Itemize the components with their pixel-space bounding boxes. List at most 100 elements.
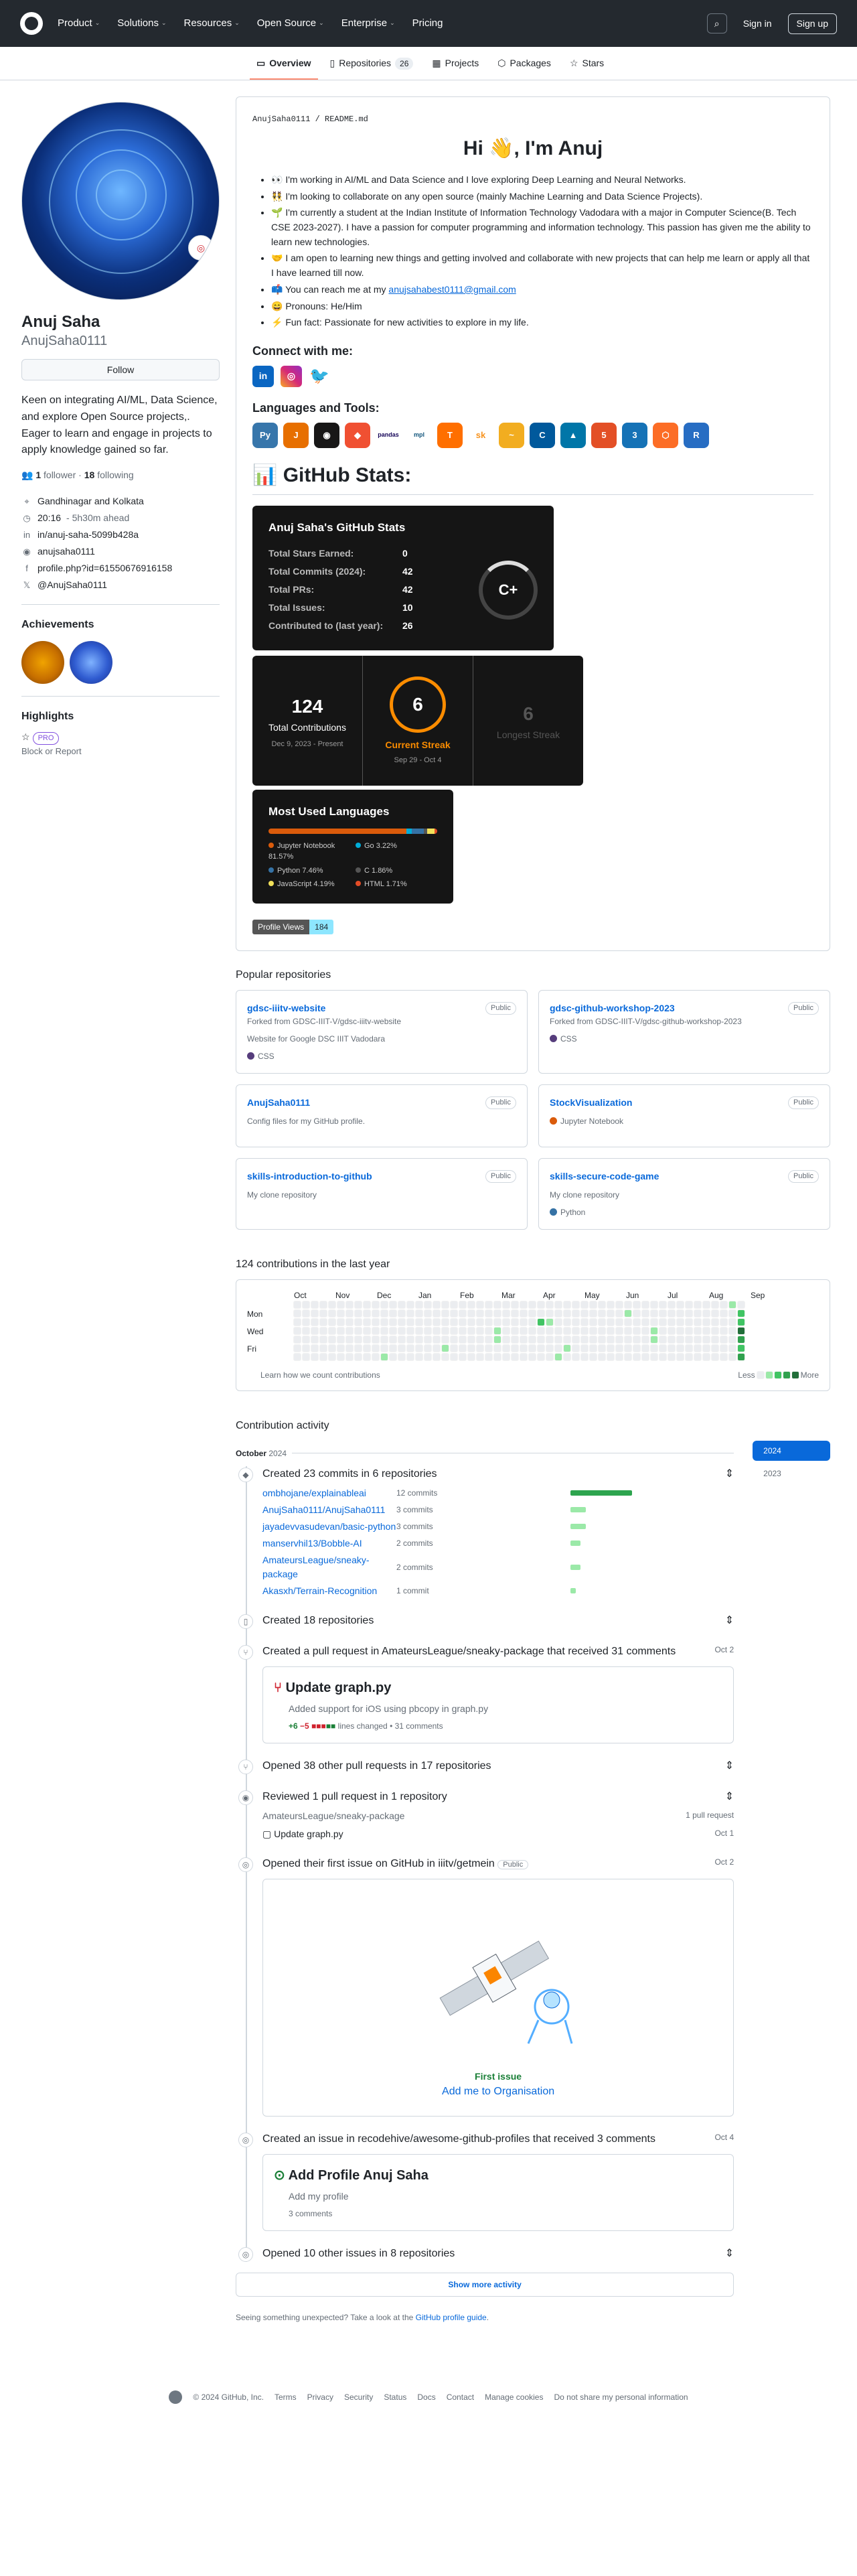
contribution-cell[interactable]	[493, 1326, 501, 1335]
contribution-cell[interactable]	[337, 1352, 345, 1361]
contribution-cell[interactable]	[389, 1335, 397, 1344]
contribution-cell[interactable]	[694, 1309, 702, 1317]
tab-projects[interactable]: ▦ Projects	[425, 56, 485, 80]
contribution-cell[interactable]	[633, 1335, 641, 1344]
contribution-cell[interactable]	[493, 1300, 501, 1309]
contribution-cell[interactable]	[668, 1326, 676, 1335]
contribution-cell[interactable]	[572, 1300, 580, 1309]
contribution-cell[interactable]	[694, 1300, 702, 1309]
contribution-cell[interactable]	[668, 1344, 676, 1352]
contribution-cell[interactable]	[319, 1309, 327, 1317]
contribution-cell[interactable]	[702, 1335, 710, 1344]
contribution-cell[interactable]	[389, 1326, 397, 1335]
linkedin-link[interactable]: in in/anuj-saha-5099b428a	[21, 528, 220, 542]
contribution-cell[interactable]	[476, 1335, 484, 1344]
contribution-cell[interactable]	[345, 1300, 354, 1309]
contribution-cell[interactable]	[589, 1317, 597, 1326]
sign-in-link[interactable]: Sign in	[736, 17, 779, 31]
contribution-cell[interactable]	[380, 1335, 388, 1344]
contribution-cell[interactable]	[659, 1344, 667, 1352]
x-link[interactable]: 𝕏 @AnujSaha0111	[21, 578, 220, 592]
contribution-cell[interactable]	[415, 1352, 423, 1361]
contribution-cell[interactable]	[633, 1300, 641, 1309]
contribution-cell[interactable]	[319, 1300, 327, 1309]
contribution-cell[interactable]	[537, 1335, 545, 1344]
contribution-cell[interactable]	[641, 1326, 649, 1335]
contribution-cell[interactable]	[528, 1300, 536, 1309]
contribution-cell[interactable]	[580, 1326, 589, 1335]
repo-name-link[interactable]: gdsc-iiitv-website	[247, 1001, 325, 1015]
contribution-cell[interactable]	[624, 1344, 632, 1352]
contribution-cell[interactable]	[520, 1317, 528, 1326]
contribution-cell[interactable]	[406, 1326, 414, 1335]
contribution-cell[interactable]	[615, 1309, 623, 1317]
contribution-cell[interactable]	[372, 1309, 380, 1317]
contribution-cell[interactable]	[441, 1317, 449, 1326]
contribution-cell[interactable]	[641, 1352, 649, 1361]
contribution-cell[interactable]	[720, 1326, 728, 1335]
contribution-cell[interactable]	[380, 1309, 388, 1317]
contribution-cell[interactable]	[685, 1344, 693, 1352]
contribution-cell[interactable]	[598, 1344, 606, 1352]
contribution-cell[interactable]	[433, 1352, 441, 1361]
expand-icon[interactable]: ⇕	[725, 2246, 734, 2262]
contribution-cell[interactable]	[345, 1309, 354, 1317]
contribution-cell[interactable]	[337, 1300, 345, 1309]
contribution-cell[interactable]	[650, 1300, 658, 1309]
contribution-cell[interactable]	[607, 1309, 615, 1317]
contribution-cell[interactable]	[398, 1352, 406, 1361]
contribution-cell[interactable]	[685, 1335, 693, 1344]
contribution-cell[interactable]	[546, 1335, 554, 1344]
learn-contributions-link[interactable]: Learn how we count contributions	[260, 1369, 380, 1381]
footer-link[interactable]: Status	[384, 2391, 406, 2403]
contribution-cell[interactable]	[302, 1300, 310, 1309]
contribution-cell[interactable]	[589, 1300, 597, 1309]
contribution-cell[interactable]	[363, 1326, 371, 1335]
contribution-cell[interactable]	[511, 1344, 519, 1352]
contribution-cell[interactable]	[659, 1352, 667, 1361]
search-button[interactable]: ⌕	[706, 13, 727, 33]
gitlab-icon[interactable]: ⬡	[653, 422, 678, 448]
contribution-cell[interactable]	[563, 1344, 571, 1352]
achievement-badge-icon[interactable]	[70, 641, 112, 685]
contribution-cell[interactable]	[702, 1309, 710, 1317]
contribution-cell[interactable]	[328, 1300, 336, 1309]
contribution-cell[interactable]	[476, 1352, 484, 1361]
contribution-cell[interactable]	[615, 1344, 623, 1352]
profile-guide-link[interactable]: GitHub profile guide	[416, 2313, 487, 2322]
contribution-cell[interactable]	[424, 1352, 432, 1361]
contribution-cell[interactable]	[676, 1335, 684, 1344]
contribution-cell[interactable]	[319, 1335, 327, 1344]
contribution-cell[interactable]	[389, 1344, 397, 1352]
contribution-cell[interactable]	[406, 1309, 414, 1317]
contribution-cell[interactable]	[311, 1344, 319, 1352]
contribution-cell[interactable]	[311, 1335, 319, 1344]
contribution-cell[interactable]	[624, 1300, 632, 1309]
contribution-cell[interactable]	[406, 1344, 414, 1352]
contribution-cell[interactable]	[711, 1335, 719, 1344]
show-more-activity-button[interactable]: Show more activity	[236, 2272, 734, 2297]
contribution-cell[interactable]	[398, 1309, 406, 1317]
contribution-cell[interactable]	[424, 1326, 432, 1335]
contribution-cell[interactable]	[711, 1344, 719, 1352]
contribution-cell[interactable]	[607, 1300, 615, 1309]
first-issue-link[interactable]: Add me to Organisation	[442, 2086, 554, 2097]
contribution-cell[interactable]	[589, 1309, 597, 1317]
contribution-cell[interactable]	[502, 1344, 510, 1352]
contribution-cell[interactable]	[459, 1300, 467, 1309]
footer-link[interactable]: Terms	[275, 2391, 297, 2403]
contribution-cell[interactable]	[737, 1344, 745, 1352]
contribution-cell[interactable]	[728, 1335, 736, 1344]
contribution-cell[interactable]	[380, 1300, 388, 1309]
contribution-cell[interactable]	[511, 1300, 519, 1309]
nav-resources[interactable]: Resources ⌄	[184, 16, 240, 31]
contribution-cell[interactable]	[563, 1300, 571, 1309]
contribution-cell[interactable]	[441, 1309, 449, 1317]
contribution-cell[interactable]	[380, 1326, 388, 1335]
contribution-cell[interactable]	[615, 1352, 623, 1361]
followers-link[interactable]: 1 follower	[35, 470, 76, 480]
contribution-cell[interactable]	[389, 1317, 397, 1326]
contribution-cell[interactable]	[615, 1335, 623, 1344]
contribution-cell[interactable]	[537, 1300, 545, 1309]
contribution-cell[interactable]	[554, 1352, 562, 1361]
